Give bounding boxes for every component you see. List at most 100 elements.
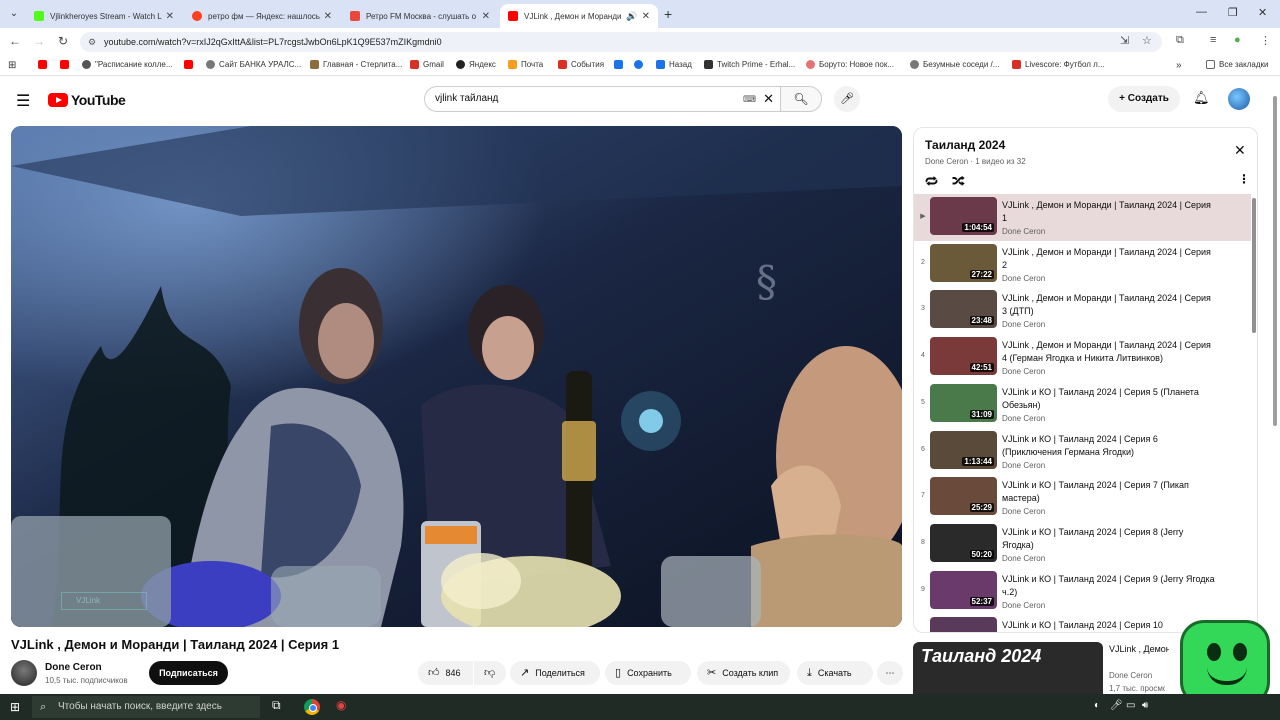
playlist-item-title[interactable]: VJLink и КО | Таиланд 2024 | Серия 8 (Je… [1002,526,1216,552]
playlist-item-thumbnail[interactable]: 50:20 [930,523,997,562]
playlist-item-title[interactable]: VJLink и КО | Таиланд 2024 | Серия 5 (Пл… [1002,386,1216,412]
playlist-item[interactable]: 4 42:51 VJLink , Демон и Моранди | Таиланд… [914,334,1251,381]
shuffle-icon[interactable]: 🔀︎ [952,172,965,191]
playlist-item[interactable]: 8 50:20 VJLink и КО | Таиланд 2024 | Серия… [914,521,1251,568]
keyboard-icon[interactable]: ⌨ [743,87,756,111]
bookmark-item[interactable] [38,60,51,69]
hamburger-menu-icon[interactable]: ☰ [16,91,30,111]
channel-name[interactable]: Done Ceron [45,662,102,673]
playlist-item-thumbnail[interactable]: 23:48 [930,290,997,329]
bookmark-item[interactable] [184,60,197,69]
like-button[interactable]: 👍︎ 846 [418,661,473,685]
playlist-item-title[interactable]: VJLink , Демон и Моранди | Таиланд 2024 … [1002,292,1216,318]
close-tab-icon[interactable]: ✕ [482,11,490,22]
search-input[interactable]: vjlink тайланд ⌨ ✕ [424,86,780,112]
bookmark-item[interactable]: Боруто: Новое пок... [806,60,894,69]
close-window-icon[interactable]: ✕ [1258,6,1267,19]
playlist-item[interactable]: 7 25:29 VJLink и КО | Таиланд 2024 | Серия… [914,474,1251,521]
back-icon[interactable]: ← [7,34,23,48]
bookmark-item[interactable]: Безумные соседи /... [910,60,999,69]
install-app-icon[interactable]: ⇲ [1120,34,1129,47]
search-button[interactable]: 🔍︎ [780,86,822,112]
playlist-item-thumbnail[interactable]: 42:51 [930,337,997,376]
browser-tab[interactable]: Vjlinkheroyes Stream - Watch L ✕ [26,4,182,28]
clear-search-icon[interactable]: ✕ [763,87,774,111]
share-button[interactable]: ↗ Поделиться [510,661,600,685]
browser-tab[interactable]: ретро фм — Яндекс: нашлось ✕ [184,4,340,28]
youtube-logo[interactable]: YouTube [48,92,126,108]
tab-search-icon[interactable]: ⌄ [6,6,22,22]
dislike-button[interactable]: 👎︎ [474,661,506,685]
bookmark-item[interactable] [60,60,73,69]
bookmark-item[interactable]: Сайт БАНКА УРАЛС... [206,60,301,69]
recommended-title[interactable]: VJLink , Демон и Моранди | Таиланд 2024 [1109,643,1169,656]
page-scrollbar[interactable] [1270,80,1280,694]
bookmark-item[interactable]: Яндекс [456,60,496,69]
playlist-item[interactable]: 5 31:09 VJLink и КО | Таиланд 2024 | Серия… [914,381,1251,428]
clip-button[interactable]: ✂ Создать клип [697,661,790,685]
profile-icon[interactable]: ● [1234,34,1241,46]
playlist-item[interactable]: 9 52:37 VJLink и КО | Таиланд 2024 | Серия… [914,568,1251,615]
playlist-item[interactable]: 3 23:48 VJLink , Демон и Моранди | Таиланд… [914,287,1251,334]
playlist-item-title[interactable]: VJLink , Демон и Моранди | Таиланд 2024 … [1002,246,1216,272]
restore-icon[interactable]: ❐ [1228,6,1238,19]
playlist-item-thumbnail[interactable] [930,617,997,632]
speaker-icon[interactable]: 🔊 [626,11,637,22]
playlist-item[interactable]: 6 1:13:44 VJLink и КО | Таиланд 2024 | Сер… [914,428,1251,475]
windows-start-icon[interactable]: ⊞ [10,700,20,714]
task-view-icon[interactable]: ⧉ [272,698,281,713]
new-tab-button[interactable]: + [664,6,672,22]
bookmark-star-icon[interactable]: ☆ [1142,34,1152,47]
recommended-thumbnail[interactable]: Таиланд 2024 [913,642,1103,694]
voice-search-button[interactable]: 🎤︎ [834,86,860,112]
bookmark-item[interactable] [634,60,647,69]
playlist-item[interactable]: 2 27:22 VJLink , Демон и Моранди | Таиланд… [914,241,1251,288]
playlist-item-title[interactable]: VJLink , Демон и Моранди | Таиланд 2024 … [1002,199,1216,225]
network-icon[interactable]: ▭ [1126,700,1135,711]
browser-tab-active[interactable]: VJLink , Демон и Моранди 🔊 ✕ [500,4,658,28]
playlist-item-thumbnail[interactable]: 27:22 [930,243,997,282]
chrome-taskbar-icon[interactable] [304,699,320,715]
playlist-item-thumbnail[interactable]: 1:13:44 [930,430,997,469]
playlist-item-title[interactable]: VJLink , Демон и Моранди | Таиланд 2024 … [1002,339,1216,365]
save-button[interactable]: ▯ Сохранить [605,661,691,685]
forward-icon[interactable]: → [31,34,47,48]
bookmark-item[interactable]: События [558,60,604,69]
app-taskbar-icon[interactable]: ◉ [336,698,346,712]
chrome-menu-icon[interactable]: ⋮ [1260,34,1271,47]
playlist-item-title[interactable]: VJLink и КО | Таиланд 2024 | Серия 9 (Je… [1002,573,1216,599]
playlist-item-thumbnail[interactable]: 31:09 [930,383,997,422]
playlist-scrollbar[interactable] [1252,198,1256,333]
minimize-icon[interactable]: — [1196,6,1207,18]
tray-app-icon[interactable]: ◐ [1094,700,1100,711]
playlist-item[interactable]: ▶ 1:04:54 VJLink , Демон и Моранди | Таила… [914,194,1251,241]
bookmark-item[interactable]: Twitch Prime - Erhal... [704,60,795,69]
user-avatar[interactable] [1228,88,1250,110]
playlist-menu-icon[interactable]: ⋮ [1238,172,1250,186]
playlist-item-thumbnail[interactable]: 52:37 [930,570,997,609]
playlist-item-thumbnail[interactable]: 1:04:54 [930,197,997,235]
loop-icon[interactable]: 🔁︎ [925,172,938,191]
playlist-item-thumbnail[interactable]: 25:29 [930,477,997,516]
bookmark-item[interactable]: "Расписание колле... [82,60,172,69]
bookmark-item[interactable]: Gmail [410,60,444,69]
bookmark-item[interactable] [614,60,627,69]
page-scrollbar-thumb[interactable] [1273,96,1277,426]
taskbar-search[interactable]: ⌕ Чтобы начать поиск, введите здесь [32,696,260,718]
all-bookmarks[interactable]: Все закладки [1206,60,1268,69]
apps-grid-icon[interactable]: ⊞ [8,60,16,71]
close-tab-icon[interactable]: ✕ [166,11,174,22]
close-playlist-icon[interactable]: ✕ [1234,142,1246,159]
volume-icon[interactable]: 🔊︎ [1142,700,1148,711]
bookmark-item[interactable]: Главная - Стерлита... [310,60,402,69]
reading-list-icon[interactable]: ≡ [1210,34,1216,46]
notifications-bell-icon[interactable]: 🔔︎ [1193,90,1210,106]
more-bookmarks-icon[interactable]: » [1176,60,1182,71]
playlist-item-title[interactable]: VJLink и КО | Таиланд 2024 | Серия 7 (Пи… [1002,479,1216,505]
site-info-icon[interactable]: ⚙ [88,32,96,52]
address-bar[interactable]: ⚙ youtube.com/watch?v=rxIJ2qGxIttA&list=… [80,32,1162,52]
more-actions-button[interactable]: ⋯ [877,661,903,685]
recommended-channel[interactable]: Done Ceron [1109,671,1152,680]
video-player[interactable]: § VJLink [11,126,902,627]
playlist-item-title[interactable]: VJLink и КО | Таиланд 2024 | Серия 6 (Пр… [1002,433,1216,459]
